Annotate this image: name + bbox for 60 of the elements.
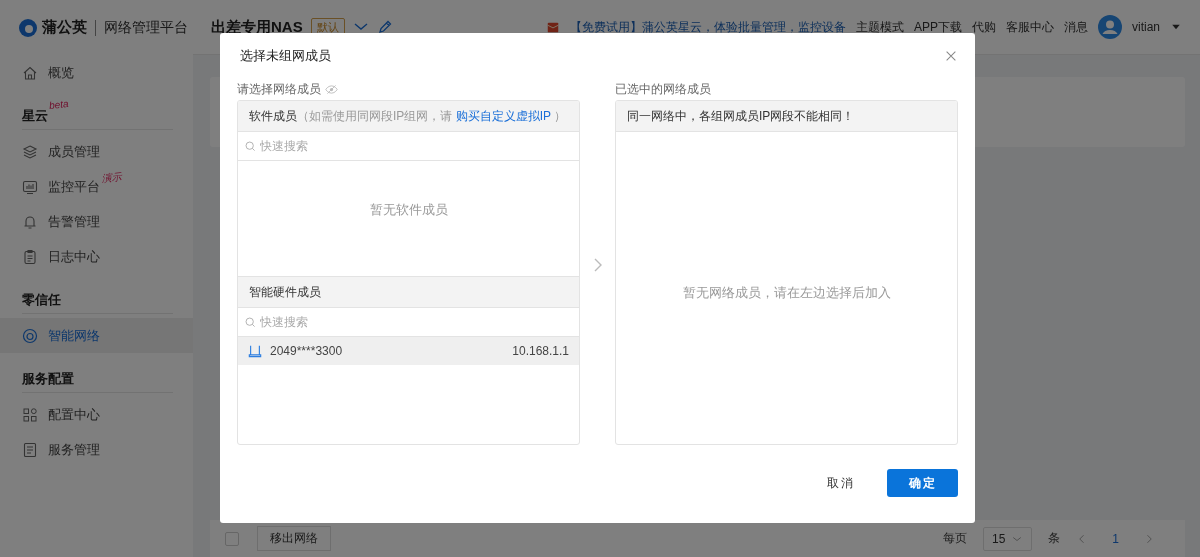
member-row[interactable]: 2049****3300 10.168.1.1 — [238, 337, 579, 365]
sidebar-item[interactable]: 日志中心 — [0, 239, 193, 274]
envelope-icon — [545, 20, 560, 34]
header-link[interactable]: 消息 — [1064, 18, 1088, 36]
search-icon — [244, 315, 257, 329]
remove-button[interactable]: 移出网络 — [257, 526, 331, 551]
document-icon — [22, 441, 38, 458]
home-icon — [22, 64, 38, 81]
empty-message: 暂无软件成员 — [369, 201, 448, 219]
section-heading: 服务配置 — [22, 370, 74, 388]
member-ip: 10.168.1.1 — [512, 344, 569, 358]
username[interactable]: vitian — [1132, 20, 1160, 34]
sidebar-item[interactable]: 概览 — [0, 55, 193, 90]
section-heading: 星云 — [22, 107, 48, 125]
column-label: 已选中的网络成员 — [615, 81, 711, 98]
platform-name: 网络管理平台 — [104, 18, 188, 37]
page-number[interactable]: 1 — [1098, 529, 1133, 548]
ring-icon — [22, 327, 38, 344]
sidebar-item[interactable]: 监控平台 演示 — [0, 169, 193, 204]
section-heading: 零信任 — [22, 291, 61, 309]
eye-icon — [325, 83, 338, 96]
dialog-title: 选择未组网成员 — [240, 47, 331, 65]
bell-icon — [22, 213, 38, 230]
logo-text: 蒲公英 — [42, 18, 87, 37]
unit-label: 条 — [1048, 530, 1061, 547]
header-link[interactable]: 代购 — [972, 18, 996, 36]
monitor-icon — [22, 178, 38, 195]
search-icon — [244, 139, 257, 153]
avatar-icon — [1098, 15, 1122, 39]
sidebar-item[interactable]: 告警管理 — [0, 204, 193, 239]
sidebar-item[interactable]: 配置中心 — [0, 397, 193, 432]
sidebar-item[interactable]: 智能网络 — [0, 318, 193, 353]
sidebar-item[interactable]: 服务管理 — [0, 432, 193, 467]
hint-text: （如需使用同网段IP组网，请 购买自定义虚拟IP ） — [297, 107, 567, 125]
header-link[interactable]: APP下载 — [913, 18, 962, 36]
sidebar-item[interactable]: 成员管理 — [0, 134, 193, 169]
page-size-select[interactable]: 15 — [982, 526, 1033, 551]
tag-label: 演示 — [101, 170, 123, 186]
notice-text: 同一网络中，各组网成员IP网段不能相同！ — [627, 107, 855, 125]
header-link[interactable]: 客服中心 — [1006, 18, 1054, 36]
tag-label: beta — [48, 98, 69, 111]
layers-icon — [22, 143, 38, 160]
close-icon[interactable] — [944, 49, 958, 63]
router-icon — [248, 344, 262, 358]
confirm-button[interactable]: 确定 — [887, 469, 958, 497]
header-link[interactable]: 主题模式 — [855, 18, 904, 36]
buy-ip-link[interactable]: 购买自定义虚拟IP — [455, 108, 551, 123]
empty-message: 暂无网络成员，请在左边选择后加入 — [682, 284, 891, 302]
section-title: 智能硬件成员 — [249, 283, 321, 301]
per-page-label: 每页 — [942, 530, 967, 547]
select-all-checkbox[interactable] — [225, 531, 239, 546]
member-name: 2049****3300 — [270, 344, 344, 358]
section-title: 软件成员 — [249, 107, 297, 125]
cancel-button[interactable]: 取消 — [815, 468, 867, 498]
column-label: 请选择网络成员 — [237, 81, 321, 98]
logo-icon — [18, 17, 38, 38]
clipboard-icon — [22, 248, 38, 265]
apps-grid-icon — [22, 406, 38, 423]
promo-link[interactable]: 【免费试用】蒲公英星云，体验批量管理，监控设备 — [569, 18, 846, 36]
pencil-icon — [376, 19, 393, 35]
